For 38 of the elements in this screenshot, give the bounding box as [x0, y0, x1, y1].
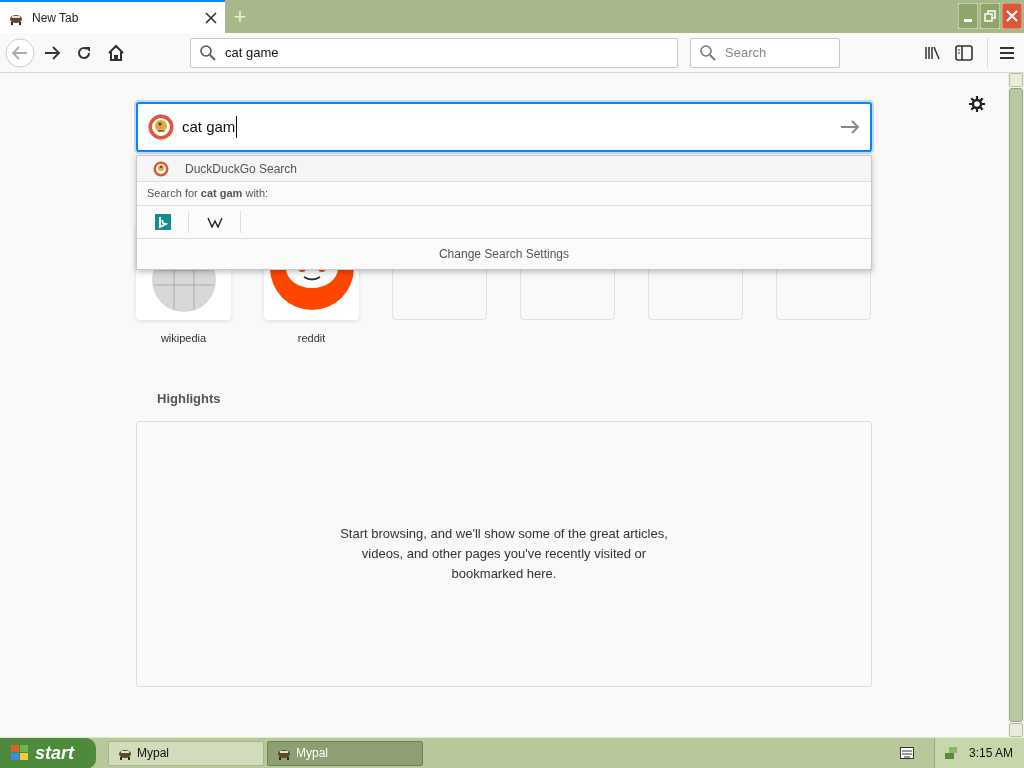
clock: 3:15 AM [969, 745, 1014, 762]
settings-link[interactable]: Change Search Settings [438, 245, 570, 263]
site-label: reddit [297, 331, 326, 346]
taskbar-button[interactable]: Mypal [108, 740, 264, 766]
bing-icon[interactable] [154, 214, 171, 230]
search-text: cat gam [182, 115, 238, 139]
tab-title: New Tab [32, 9, 80, 27]
menu-icon[interactable] [1000, 45, 1014, 60]
empty-message: Start browsing, and we'll show some of the great articles, videos, and other pages you've recently visited or bookmarked here. [339, 525, 669, 583]
site-label: wikipedia [160, 331, 207, 346]
search-icon [699, 43, 717, 62]
arrow-right-icon[interactable] [840, 119, 860, 135]
search-icon [199, 43, 217, 62]
search-for-label: Search for cat gam with: [147, 186, 269, 202]
search-field[interactable]: cat gam [136, 102, 872, 152]
keyboard-icon[interactable] [900, 747, 914, 759]
engine-label: DuckDuckGo Search [185, 160, 298, 178]
windows-flag-icon [10, 744, 30, 762]
url-bar[interactable]: cat game [190, 37, 678, 68]
duck-icon [153, 160, 169, 177]
settings-icon[interactable] [969, 96, 985, 112]
duck-icon [148, 114, 174, 140]
section-heading: Highlights [157, 389, 222, 408]
minimize-icon[interactable] [958, 3, 978, 29]
search-placeholder: Search [725, 43, 767, 62]
url-text: cat game [225, 43, 279, 62]
home-icon[interactable] [107, 43, 125, 62]
wikipedia-icon[interactable] [206, 216, 223, 228]
library-icon[interactable] [924, 44, 940, 61]
sidebar-icon[interactable] [955, 44, 973, 61]
search-field[interactable]: Search [690, 37, 840, 68]
close-icon[interactable] [205, 11, 217, 24]
network-icon[interactable] [943, 745, 959, 761]
engine-row[interactable]: DuckDuckGo Search [137, 156, 871, 182]
scrollbar[interactable] [1008, 73, 1024, 737]
browser-tab[interactable]: New Tab [0, 0, 225, 33]
forward-arrow-icon[interactable] [43, 43, 61, 62]
start-button[interactable]: start [0, 737, 96, 768]
